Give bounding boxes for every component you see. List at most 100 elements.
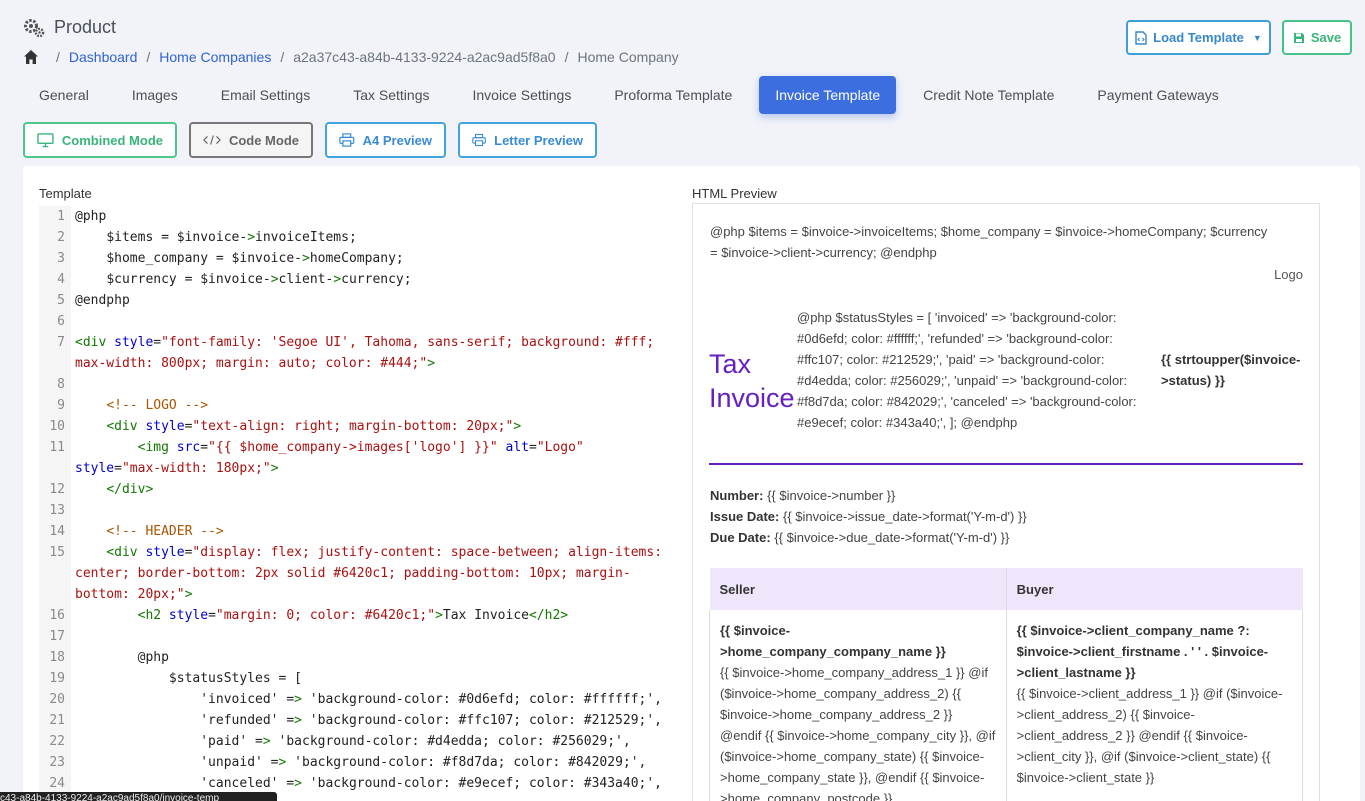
tab-tax-settings[interactable]: Tax Settings <box>337 76 445 114</box>
tab-proforma-template[interactable]: Proforma Template <box>598 76 748 114</box>
due-date-label: Due Date: <box>710 530 771 545</box>
code-text[interactable] <box>71 374 671 395</box>
breadcrumb-home-companies-link[interactable]: Home Companies <box>159 49 271 65</box>
code-text[interactable] <box>71 626 671 647</box>
preview-header: Tax Invoice @php $statusStyles = [ 'invo… <box>709 306 1303 465</box>
buyer-name: {{ $invoice->client_company_name ?: $inv… <box>1016 623 1269 680</box>
template-label: Template <box>39 186 92 201</box>
code-text[interactable]: $currency = $invoice->client->currency; <box>71 269 671 290</box>
code-mode-label: Code Mode <box>228 132 299 148</box>
code-text[interactable]: </div> <box>71 479 671 500</box>
html-preview-label: HTML Preview <box>692 186 777 201</box>
code-line[interactable]: 15 <div style="display: flex; justify-co… <box>39 542 679 605</box>
save-button[interactable]: Save <box>1282 20 1352 55</box>
code-text[interactable]: $home_company = $invoice->homeCompany; <box>71 248 671 269</box>
code-line[interactable]: 23 'unpaid' => 'background-color: #f8d7d… <box>39 752 679 773</box>
code-line[interactable]: 21 'refunded' => 'background-color: #ffc… <box>39 710 679 731</box>
code-text[interactable] <box>71 311 671 332</box>
code-line[interactable]: 14 <!-- HEADER --> <box>39 521 679 542</box>
code-text[interactable]: 'invoiced' => 'background-color: #0d6efd… <box>71 689 671 710</box>
tab-general[interactable]: General <box>23 76 105 114</box>
link-status-tooltip: c43-a84b-4133-9224-a2ac9ad5f8a0/invoice-… <box>0 792 277 801</box>
code-line[interactable]: 16 <h2 style="margin: 0; color: #6420c1;… <box>39 605 679 626</box>
breadcrumb-dashboard-link[interactable]: Dashboard <box>69 49 138 65</box>
code-line[interactable]: 13 <box>39 500 679 521</box>
code-line[interactable]: 3 $home_company = $invoice->homeCompany; <box>39 248 679 269</box>
page-header: Product <box>23 17 116 38</box>
code-line[interactable]: 20 'invoiced' => 'background-color: #0d6… <box>39 689 679 710</box>
line-number: 3 <box>39 248 71 269</box>
code-text[interactable]: 'refunded' => 'background-color: #ffc107… <box>71 710 671 731</box>
combined-mode-button[interactable]: Combined Mode <box>23 122 177 158</box>
line-number: 19 <box>39 668 71 689</box>
tab-invoice-template[interactable]: Invoice Template <box>759 76 897 114</box>
page-title: Product <box>54 17 117 37</box>
code-line[interactable]: 24 'canceled' => 'background-color: #e9e… <box>39 773 679 794</box>
code-icon <box>203 135 221 145</box>
code-line[interactable]: 4 $currency = $invoice->client->currency… <box>39 269 679 290</box>
tab-credit-note-template[interactable]: Credit Note Template <box>907 76 1070 114</box>
breadcrumb-record-id: a2a37c43-a84b-4133-9224-a2ac9ad5f8a0 <box>293 49 556 65</box>
breadcrumb-separator: / <box>280 49 285 65</box>
code-line[interactable]: 12 </div> <box>39 479 679 500</box>
code-text[interactable] <box>71 500 671 521</box>
line-number: 7 <box>39 332 71 374</box>
code-line[interactable]: 2 $items = $invoice->invoiceItems; <box>39 227 679 248</box>
tab-payment-gateways[interactable]: Payment Gateways <box>1081 76 1234 114</box>
letter-preview-button[interactable]: Letter Preview <box>458 122 597 158</box>
code-text[interactable]: $items = $invoice->invoiceItems; <box>71 227 671 248</box>
line-number: 12 <box>39 479 71 500</box>
code-text[interactable]: <img src="{{ $home_company->images['logo… <box>71 437 671 479</box>
code-mode-button[interactable]: Code Mode <box>189 122 313 158</box>
template-editor-card: Template HTML Preview 1 @php 2 $items = $i… <box>23 166 1360 801</box>
code-text[interactable]: 'unpaid' => 'background-color: #f8d7da; … <box>71 752 671 773</box>
breadcrumb-separator: / <box>564 49 569 65</box>
code-text[interactable]: <div style="text-align: right; margin-bo… <box>71 416 671 437</box>
save-icon <box>1293 32 1304 43</box>
line-number: 14 <box>39 521 71 542</box>
code-text[interactable]: $statusStyles = [ <box>71 668 671 689</box>
line-number: 8 <box>39 374 71 395</box>
tab-email-settings[interactable]: Email Settings <box>205 76 326 114</box>
code-text[interactable]: <!-- LOGO --> <box>71 395 671 416</box>
code-line[interactable]: 5 @endphp <box>39 290 679 311</box>
load-template-button[interactable]: Load Template ▼ <box>1126 20 1271 55</box>
tab-invoice-settings[interactable]: Invoice Settings <box>456 76 587 114</box>
save-label: Save <box>1310 30 1342 45</box>
code-line[interactable]: 18 @php <box>39 647 679 668</box>
code-text[interactable]: @php <box>71 647 671 668</box>
a4-preview-button[interactable]: A4 Preview <box>325 122 446 158</box>
code-line[interactable]: 10 <div style="text-align: right; margin… <box>39 416 679 437</box>
code-text[interactable]: <div style="display: flex; justify-conte… <box>71 542 671 605</box>
preview-status-php: @php $statusStyles = [ 'invoiced' => 'ba… <box>797 310 1137 430</box>
a4-preview-label: A4 Preview <box>362 132 432 148</box>
preview-logo-image: Logo <box>1270 267 1303 282</box>
code-line[interactable]: 6 <box>39 311 679 332</box>
code-editor[interactable]: 1 @php 2 $items = $invoice->invoiceItems; 3… <box>39 206 679 801</box>
breadcrumb-separator: / <box>146 49 151 65</box>
code-text[interactable]: @php <box>71 206 671 227</box>
code-text[interactable]: @endphp <box>71 290 671 311</box>
issue-date-value: {{ $invoice->issue_date->format('Y-m-d')… <box>783 509 1027 524</box>
caret-down-icon: ▼ <box>1252 32 1262 43</box>
monitor-icon <box>37 133 54 148</box>
code-text[interactable]: <div style="font-family: 'Segoe UI', Tah… <box>71 332 671 374</box>
home-icon[interactable] <box>23 49 39 65</box>
code-text[interactable]: 'canceled' => 'background-color: #e9ecef… <box>71 773 671 794</box>
seller-address: {{ $invoice->home_company_address_1 }} @… <box>720 665 996 801</box>
buyer-header: Buyer <box>1006 568 1303 610</box>
code-text[interactable]: 'paid' => 'background-color: #d4edda; co… <box>71 731 671 752</box>
code-line[interactable]: 19 $statusStyles = [ <box>39 668 679 689</box>
code-line[interactable]: 8 <box>39 374 679 395</box>
code-line[interactable]: 9 <!-- LOGO --> <box>39 395 679 416</box>
code-line[interactable]: 1 @php <box>39 206 679 227</box>
code-text[interactable]: <h2 style="margin: 0; color: #6420c1;">T… <box>71 605 671 626</box>
code-line[interactable]: 17 <box>39 626 679 647</box>
code-line[interactable]: 22 'paid' => 'background-color: #d4edda;… <box>39 731 679 752</box>
tab-images[interactable]: Images <box>116 76 194 114</box>
code-text[interactable]: <!-- HEADER --> <box>71 521 671 542</box>
code-line[interactable]: 11 <img src="{{ $home_company->images['l… <box>39 437 679 479</box>
preview-logo-alt: Logo <box>1274 267 1303 282</box>
code-line[interactable]: 7 <div style="font-family: 'Segoe UI', Ta… <box>39 332 679 374</box>
buyer-address: {{ $invoice->client_address_1 }} @if ($i… <box>1016 686 1283 785</box>
